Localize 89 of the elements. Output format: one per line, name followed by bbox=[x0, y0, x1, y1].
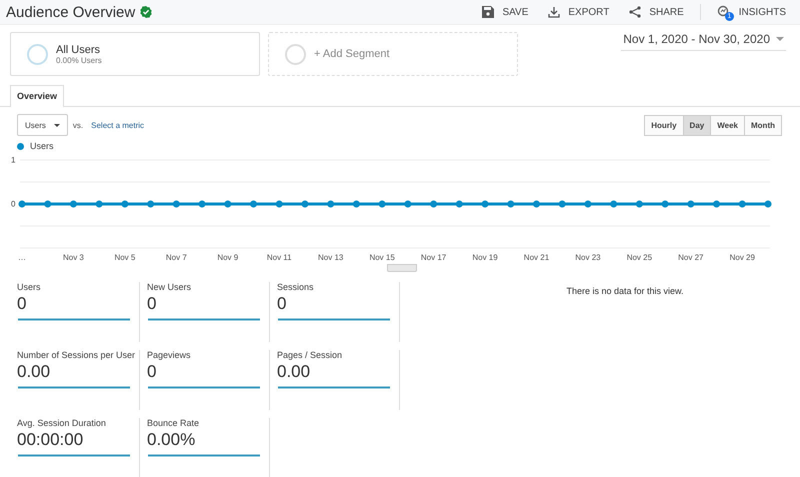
metric-value: 0.00% bbox=[147, 430, 196, 450]
collapse-handle[interactable] bbox=[387, 264, 417, 272]
data-point bbox=[482, 200, 489, 208]
metric-label: Avg. Session Duration bbox=[17, 418, 107, 428]
x-tick-label: Nov 29 bbox=[730, 253, 755, 262]
x-tick-label: Nov 13 bbox=[318, 253, 344, 262]
data-point bbox=[662, 200, 669, 208]
segment-name: + Add Segment bbox=[314, 48, 390, 60]
data-point bbox=[636, 200, 643, 208]
data-point bbox=[172, 200, 180, 208]
data-point bbox=[558, 200, 566, 208]
metric-label: Sessions bbox=[277, 282, 315, 292]
data-point bbox=[404, 200, 412, 208]
x-tick-label: Nov 11 bbox=[266, 253, 292, 262]
metric-value: 00:00:00 bbox=[17, 430, 84, 450]
data-point bbox=[18, 200, 26, 208]
metric-value: 0 bbox=[17, 294, 28, 314]
data-point bbox=[507, 200, 514, 208]
metric-value: 0.00 bbox=[17, 362, 52, 382]
data-point bbox=[713, 200, 720, 208]
segment-card[interactable]: All Users 0.00% Users bbox=[10, 32, 260, 76]
data-point bbox=[610, 200, 618, 208]
x-tick-label: … bbox=[18, 253, 26, 262]
metric-label: Bounce Rate bbox=[147, 418, 200, 428]
x-tick-label: Nov 9 bbox=[217, 253, 238, 262]
segment-subtitle: 0.00% Users bbox=[56, 56, 102, 64]
x-tick-label: Nov 5 bbox=[114, 253, 136, 262]
data-point bbox=[121, 200, 128, 208]
segment-name: All Users bbox=[56, 44, 102, 56]
x-tick-label: Nov 19 bbox=[472, 253, 498, 262]
x-tick-label: Nov 23 bbox=[575, 253, 601, 262]
vs-label: vs. bbox=[72, 120, 84, 130]
date-range-picker[interactable]: Nov 1, 2020 - Nov 30, 2020 bbox=[621, 32, 786, 51]
tab[interactable]: Overview bbox=[10, 85, 64, 107]
x-tick-label: Nov 27 bbox=[678, 253, 704, 262]
data-point bbox=[147, 200, 154, 208]
x-tick-label: Nov 7 bbox=[166, 253, 187, 262]
data-point bbox=[532, 200, 540, 208]
data-point bbox=[276, 200, 283, 208]
granularity-button[interactable]: Day bbox=[682, 114, 712, 136]
data-point bbox=[584, 200, 592, 208]
x-tick-label: Nov 25 bbox=[626, 253, 652, 262]
y-tick-label: 1 bbox=[11, 156, 16, 164]
insights-icon bbox=[716, 5, 731, 19]
data-point bbox=[70, 200, 77, 208]
data-point bbox=[44, 200, 52, 208]
data-point bbox=[764, 200, 772, 208]
granularity-button[interactable]: Hourly bbox=[644, 114, 684, 136]
metric-label: Pages / Session bbox=[277, 350, 344, 360]
share-button[interactable]: SHARE bbox=[629, 6, 684, 18]
ring-icon bbox=[27, 44, 48, 64]
metric-value: 0.00 bbox=[277, 362, 312, 382]
x-tick-label: Nov 17 bbox=[420, 253, 446, 262]
data-point bbox=[456, 200, 463, 208]
page-title: Audience Overview bbox=[6, 4, 136, 20]
data-point bbox=[250, 200, 258, 208]
metric-label: Pageviews bbox=[147, 350, 192, 360]
metric-dropdown[interactable]: Users bbox=[17, 114, 68, 136]
x-tick-label: Nov 21 bbox=[524, 253, 550, 262]
metric-label: New Users bbox=[147, 282, 192, 292]
metric-value: 0 bbox=[147, 294, 158, 314]
metric-label: Users bbox=[17, 282, 42, 292]
granularity-button[interactable]: Month bbox=[744, 114, 782, 136]
select-metric-link[interactable]: Select a metric bbox=[91, 120, 144, 130]
data-point bbox=[352, 200, 360, 208]
data-point bbox=[301, 200, 308, 208]
data-point bbox=[378, 200, 386, 208]
ring-icon bbox=[285, 44, 306, 64]
granularity-button[interactable]: Week bbox=[710, 114, 745, 136]
save-button[interactable]: SAVE bbox=[482, 6, 528, 18]
x-tick-label: Nov 3 bbox=[63, 253, 84, 262]
data-point bbox=[738, 200, 746, 208]
save-icon bbox=[482, 6, 494, 18]
y-tick-label: 0 bbox=[11, 200, 16, 208]
data-point bbox=[430, 200, 438, 208]
data-point bbox=[327, 200, 334, 208]
no-data-message: There is no data for this view. bbox=[565, 285, 685, 298]
x-tick-label: Nov 15 bbox=[369, 253, 395, 262]
legend-label: Users bbox=[30, 141, 54, 151]
add-segment-card[interactable]: + Add Segment bbox=[268, 32, 518, 76]
data-point bbox=[224, 200, 232, 208]
share-icon bbox=[629, 6, 642, 18]
data-point bbox=[96, 200, 103, 208]
data-point bbox=[687, 200, 694, 208]
metric-value: 0 bbox=[277, 294, 288, 314]
metric-value: 0 bbox=[147, 362, 158, 382]
download-icon bbox=[548, 6, 560, 18]
data-point bbox=[198, 200, 206, 208]
export-button[interactable]: EXPORT bbox=[548, 6, 610, 18]
